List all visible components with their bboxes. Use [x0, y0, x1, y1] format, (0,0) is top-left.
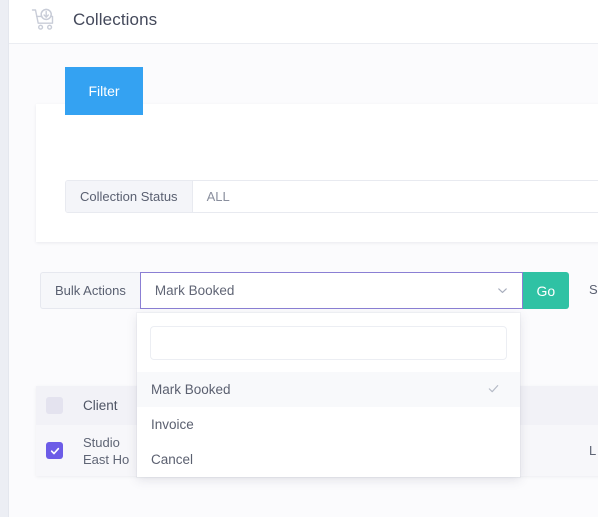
- select-all-checkbox[interactable]: [46, 397, 63, 414]
- collection-status-field[interactable]: Collection Status ALL: [65, 180, 598, 213]
- dropdown-search-wrap: [137, 313, 520, 372]
- chevron-down-icon: [496, 284, 509, 297]
- bulk-actions-label: Bulk Actions: [40, 272, 140, 309]
- check-icon: [50, 447, 59, 454]
- row-trailing-text: L: [589, 443, 597, 458]
- sidebar-strip: [0, 0, 9, 517]
- check-icon: [487, 382, 500, 398]
- page-header: Collections: [9, 0, 598, 44]
- client-name-line1: Studio: [83, 434, 120, 450]
- bulk-actions-row: Bulk Actions Mark Booked Go: [40, 272, 569, 309]
- bulk-actions-select[interactable]: Mark Booked: [139, 272, 523, 309]
- dropdown-option-label: Invoice: [151, 417, 194, 432]
- bulk-actions-selected-value: Mark Booked: [154, 283, 235, 298]
- filter-panel: Collection Status ALL: [36, 104, 598, 242]
- go-button[interactable]: Go: [522, 272, 569, 309]
- collection-status-label: Collection Status: [66, 181, 193, 212]
- client-name-line2: East Ho: [83, 451, 130, 467]
- dropdown-option-cancel[interactable]: Cancel: [137, 442, 520, 477]
- dropdown-option-invoice[interactable]: Invoice: [137, 407, 520, 442]
- collections-page: Collections Collection Status ALL Filter…: [0, 0, 598, 517]
- page-title: Collections: [73, 9, 158, 29]
- column-header-client[interactable]: Client: [83, 398, 118, 413]
- dropdown-option-label: Cancel: [151, 452, 194, 467]
- collection-status-value[interactable]: ALL: [192, 181, 598, 212]
- bulk-actions-dropdown: Mark Booked Invoice Cancel: [137, 313, 520, 477]
- dropdown-search-input[interactable]: [150, 326, 507, 360]
- collections-cart-icon: [29, 5, 59, 35]
- filter-tab-label: Filter: [88, 83, 120, 99]
- go-button-label: Go: [536, 282, 556, 299]
- bulk-row-trailing-text: S: [589, 282, 598, 297]
- row-select-checkbox[interactable]: [46, 442, 63, 459]
- filter-tab-button[interactable]: Filter: [65, 67, 143, 115]
- dropdown-option-mark-booked[interactable]: Mark Booked: [137, 372, 520, 407]
- cell-client: Studio East Ho: [83, 434, 129, 468]
- dropdown-option-label: Mark Booked: [151, 382, 231, 397]
